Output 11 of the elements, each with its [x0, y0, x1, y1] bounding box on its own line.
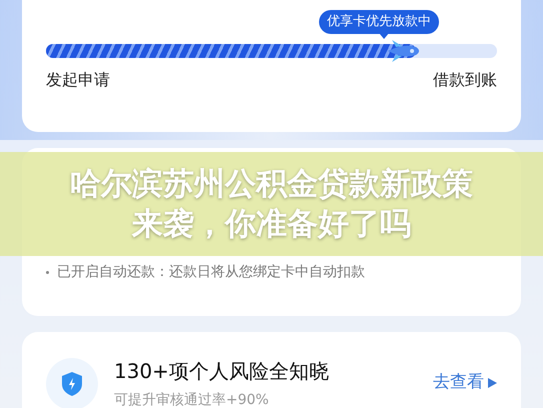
view-link[interactable]: 去查看 — [433, 370, 497, 396]
triangle-icon — [488, 378, 497, 388]
start-label: 发起申请 — [46, 68, 110, 90]
risk-subtitle: 可提升审核通过率+90% — [114, 391, 270, 408]
end-label: 借款到账 — [433, 68, 497, 90]
rocket-icon — [386, 38, 422, 64]
risk-title: 130+项个人风险全知晓 — [114, 358, 330, 385]
reminder-item: 已开启自动还款：还款日将从您绑定卡中自动扣款 — [57, 263, 365, 282]
headline-text: 来袭，你准备好了吗 — [132, 205, 411, 244]
headline-text: 哈尔滨苏州公积金贷款新政策 — [70, 165, 473, 204]
status-badge: 优享卡优先放款中 — [319, 10, 439, 34]
